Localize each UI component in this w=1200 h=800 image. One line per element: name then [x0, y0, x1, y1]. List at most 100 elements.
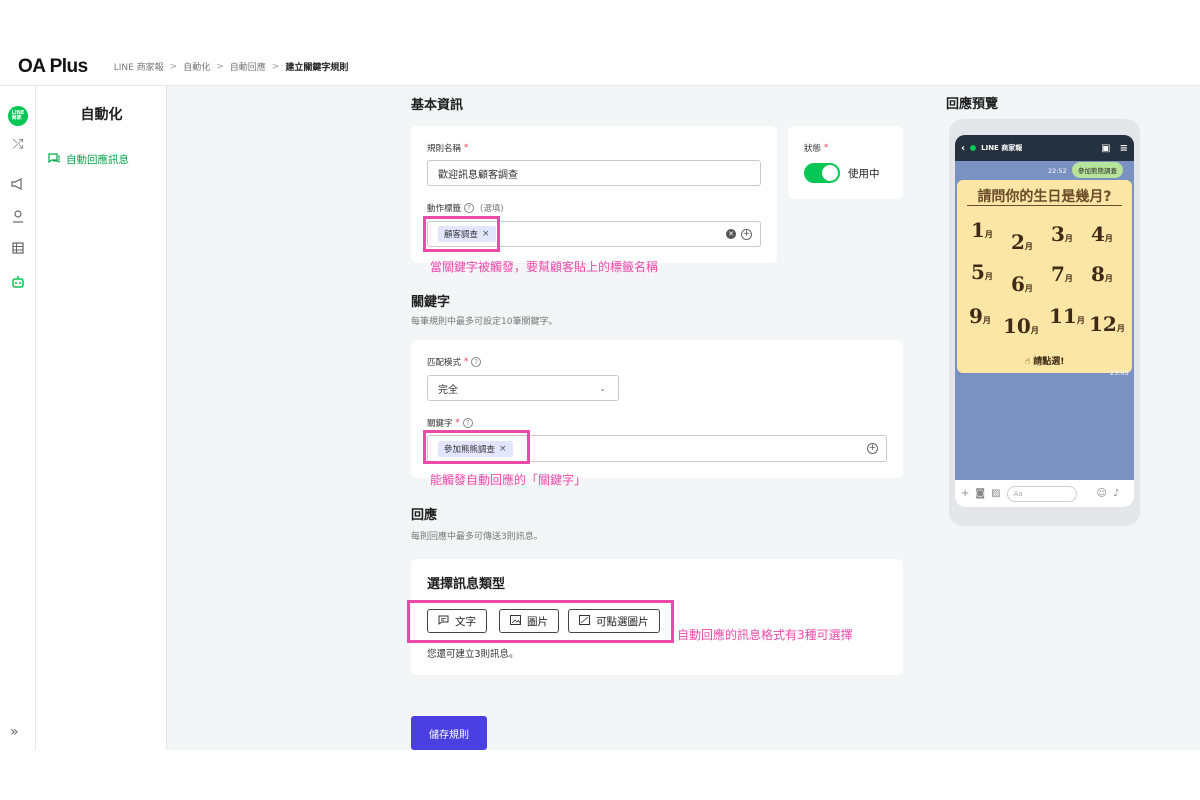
line-account-icon[interactable]: LINE 商家 [8, 106, 28, 126]
required-mark: * [464, 357, 469, 367]
section-basic-title: 基本資訊 [411, 98, 464, 113]
sidebar-item-label: 自動回應訊息 [66, 154, 129, 166]
rich-title: 請問你的生日是幾月? [977, 189, 1112, 205]
month-number: 11 [1049, 304, 1077, 328]
match-mode-label: 匹配模式 * ? [427, 356, 482, 368]
month-unit: 月 [984, 271, 993, 281]
required-mark: * [455, 418, 460, 428]
user-icon[interactable] [8, 206, 28, 226]
camera-icon: ◙ [975, 488, 986, 499]
month-2: 2月 [1011, 230, 1033, 254]
month-number: 2 [1011, 230, 1025, 254]
mic-icon: ♪ [1112, 488, 1120, 499]
sidebar-item-auto-reply[interactable]: 自動回應訊息 [48, 152, 129, 167]
month-unit: 月 [1024, 283, 1033, 293]
month-unit: 月 [1030, 325, 1039, 335]
month-number: 8 [1091, 262, 1105, 286]
status-value: 使用中 [848, 168, 880, 180]
month-number: 1 [971, 218, 985, 242]
breadcrumb-separator: > [169, 61, 178, 72]
bot-icon[interactable] [8, 272, 28, 292]
rule-name-label-text: 規則名稱 [427, 144, 462, 154]
month-unit: 月 [1064, 273, 1073, 283]
save-rule-button[interactable]: 儲存規則 [411, 716, 487, 750]
month-4: 4月 [1091, 222, 1113, 246]
month-number: 9 [969, 304, 983, 328]
rule-name-value: 歡迎訊息顧客調查 [438, 169, 518, 181]
sidebar: 自動化 自動回應訊息 [36, 86, 167, 750]
annotation-highlight-keyword [423, 430, 530, 464]
megaphone-icon[interactable] [8, 174, 28, 194]
breadcrumb-item[interactable]: 自動化 [183, 60, 210, 73]
help-icon[interactable]: ? [462, 418, 473, 428]
table-icon[interactable] [8, 238, 28, 258]
status-toggle[interactable] [804, 163, 840, 183]
month-6: 6月 [1011, 272, 1033, 296]
month-number: 5 [971, 260, 985, 284]
app-logo[interactable]: OA Plus [18, 56, 88, 78]
section-response-desc: 每則回應中最多可傳送3則訊息。 [411, 532, 543, 542]
shuffle-icon[interactable]: ⤮ [8, 134, 28, 154]
help-icon[interactable]: ? [471, 357, 482, 367]
month-1: 1月 [971, 218, 993, 242]
back-icon: ‹ [961, 142, 966, 154]
status-label: 狀態 * [804, 142, 828, 154]
breadcrumb-item[interactable]: 自動回應 [230, 60, 266, 73]
help-icon[interactable]: ? [464, 203, 475, 213]
month-number: 4 [1091, 222, 1105, 246]
status-card: 狀態 * 使用中 [788, 126, 903, 199]
image-icon: ▨ [991, 488, 1001, 499]
month-10: 10月 [1003, 314, 1039, 338]
add-circle-icon[interactable]: + [867, 443, 878, 454]
section-keyword-desc: 每筆規則中最多可設定10筆關鍵字。 [411, 317, 558, 327]
section-response-title: 回應 [411, 508, 438, 523]
optional-hint: (選填) [480, 204, 504, 214]
match-mode-select[interactable]: 完全 ⌄ [427, 375, 619, 401]
month-12: 12月 [1089, 312, 1125, 336]
keyword-label: 關鍵字 * ? [427, 417, 473, 429]
reply-time: 23:03 [1110, 369, 1129, 377]
add-circle-icon[interactable]: + [741, 228, 752, 240]
rich-message: 請問你的生日是幾月? 1月 2月 3月 4月 5月 6月 7月 8月 9月 10… [957, 180, 1132, 373]
breadcrumb-item[interactable]: LINE 商家報 [114, 60, 164, 73]
annotation-highlight-types [407, 600, 674, 643]
annotation-keyword-note: 能觸發自動回應的「關鍵字」 [430, 473, 587, 487]
month-5: 5月 [971, 260, 993, 284]
breadcrumb-current: 建立關鍵字規則 [285, 63, 349, 73]
phone-preview: ‹ LINE 商家報 ▣ ≡ 22:52 參加熊熊調查 請問你的生日是幾月? 1… [949, 119, 1140, 526]
month-number: 3 [1051, 222, 1065, 246]
month-unit: 月 [1024, 241, 1033, 251]
month-unit: 月 [1076, 315, 1085, 325]
month-unit: 月 [1116, 323, 1125, 333]
annotation-tag-note: 當關鍵字被觸發，要幫顧客貼上的標籤名稱 [430, 260, 659, 274]
rich-tap-text: 請點選! [1033, 357, 1065, 367]
required-mark: * [824, 143, 829, 153]
rich-tap-hint: ☝ 請點選! [957, 354, 1132, 367]
month-unit: 月 [984, 229, 993, 239]
match-mode-value: 完全 [438, 384, 458, 396]
rich-divider [967, 205, 1122, 206]
clear-icon[interactable]: ✕ [726, 229, 736, 239]
chat-input-bar: + ◙ ▨ Aa ☺ ♪ [955, 480, 1134, 507]
line-badge: LINE 商家 [8, 106, 28, 126]
remaining-messages: 您還可建立3則訊息。 [427, 649, 519, 660]
month-unit: 月 [1104, 273, 1113, 283]
keyword-bubble: 參加熊熊調查 [1072, 162, 1123, 178]
sidebar-title: 自動化 [80, 107, 123, 123]
chevron-down-icon: ⌄ [599, 383, 606, 393]
chat-screen: ‹ LINE 商家報 ▣ ≡ 22:52 參加熊熊調查 請問你的生日是幾月? 1… [955, 135, 1134, 507]
breadcrumb-separator: > [271, 61, 280, 72]
top-bar: OA Plus LINE 商家報 > 自動化 > 自動回應 > 建立關鍵字規則 [0, 48, 1200, 86]
month-11: 11月 [1049, 304, 1085, 328]
expand-icon[interactable]: » [10, 724, 19, 740]
action-tag-label: 動作標籤 ? (選填) [427, 202, 504, 214]
breadcrumb-separator: > [216, 61, 224, 72]
note-icon: ▣ [1101, 142, 1111, 154]
chat-bubble-icon [48, 152, 60, 167]
action-tag-label-text: 動作標籤 [427, 204, 462, 214]
hand-pointer-icon: ☝ [1024, 357, 1031, 367]
rule-name-input[interactable]: 歡迎訊息顧客調查 [427, 160, 761, 186]
month-unit: 月 [982, 315, 991, 325]
icon-rail: LINE 商家 ⤮ » [0, 86, 36, 750]
month-number: 6 [1011, 272, 1025, 296]
